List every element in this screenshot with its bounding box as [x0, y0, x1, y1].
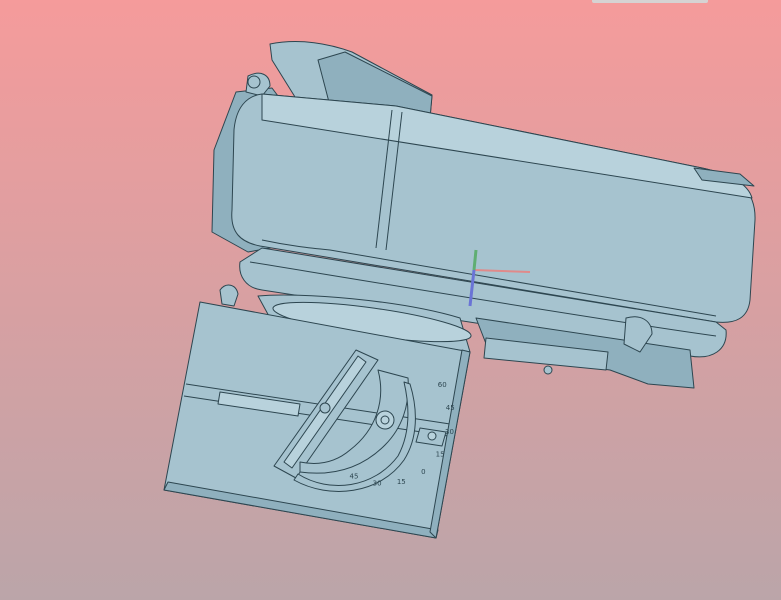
miter-bar-screw[interactable]	[427, 431, 437, 441]
protractor-scale-label: 15	[397, 478, 406, 486]
cad-model-render[interactable]: 45 30 15 0 15 30 45 60	[0, 0, 781, 600]
protractor-scale-label: 0	[421, 468, 425, 476]
tension-knob-cap[interactable]	[247, 75, 261, 89]
base-screw	[543, 365, 553, 375]
3d-viewport[interactable]: 45 30 15 0 15 30 45 60	[0, 0, 781, 600]
protractor-scale-label: 45	[350, 472, 359, 480]
protractor-scale-label: 60	[438, 381, 447, 389]
protractor-scale-label: 45	[446, 404, 455, 412]
miter-lock-screw[interactable]	[319, 402, 331, 414]
protractor-scale-label: 15	[436, 450, 445, 458]
side-knob[interactable]	[219, 284, 239, 307]
miter-pivot-knob[interactable]	[375, 410, 395, 430]
viewport-top-tab[interactable]	[592, 0, 708, 3]
y-axis-arrow	[472, 249, 478, 271]
protractor-scale-label: 30	[445, 428, 454, 436]
protractor-scale-label: 30	[373, 480, 382, 488]
